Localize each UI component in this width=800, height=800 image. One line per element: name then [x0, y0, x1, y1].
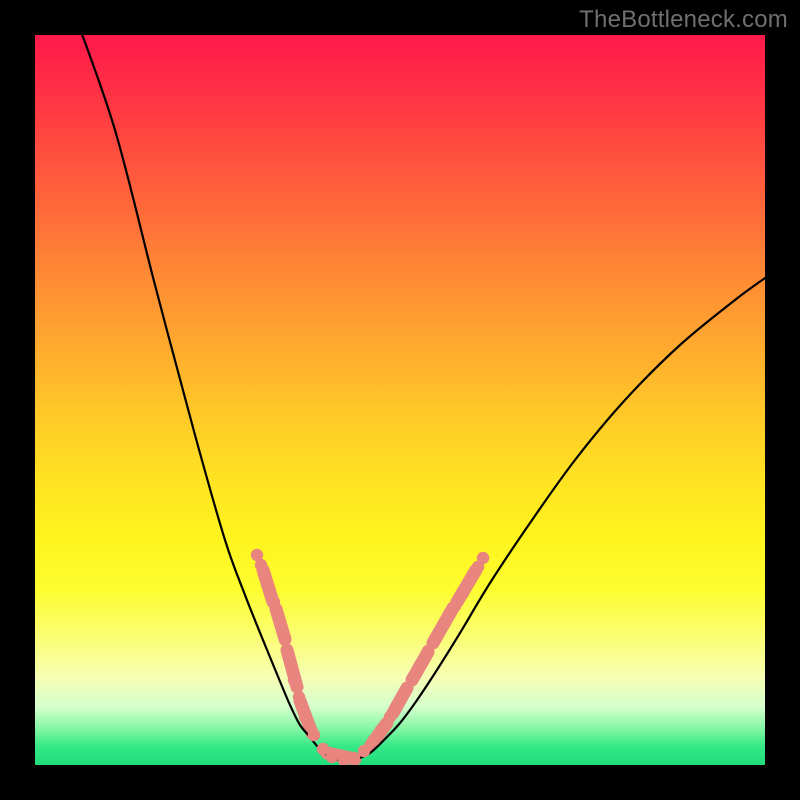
- highlight-dot: [268, 596, 280, 608]
- highlight-dot: [429, 633, 441, 645]
- highlight-pills-group: [263, 570, 476, 759]
- highlight-dot: [422, 645, 434, 657]
- highlight-dot: [293, 691, 305, 703]
- highlight-dot: [308, 729, 320, 741]
- highlight-dot: [406, 673, 418, 685]
- highlight-dot: [348, 752, 360, 764]
- highlight-dot: [279, 634, 291, 646]
- highlight-dot: [457, 587, 469, 599]
- highlight-dot: [368, 734, 380, 746]
- highlight-dot: [263, 582, 275, 594]
- highlight-dot: [439, 617, 451, 629]
- highlight-dot: [384, 711, 396, 723]
- highlight-dot: [284, 654, 296, 666]
- highlight-dot: [299, 711, 311, 723]
- highlight-dot: [358, 745, 370, 757]
- highlight-dot: [449, 600, 461, 612]
- outer-frame: TheBottleneck.com: [0, 0, 800, 800]
- highlight-dot: [288, 674, 300, 686]
- highlight-dot: [391, 699, 403, 711]
- highlight-dot: [413, 661, 425, 673]
- bottleneck-curve: [75, 35, 765, 761]
- highlight-dots-group: [251, 549, 489, 765]
- highlight-dot: [375, 724, 387, 736]
- highlight-dot: [274, 616, 286, 628]
- highlight-dot: [326, 751, 338, 763]
- highlight-dot: [259, 569, 271, 581]
- highlight-dot: [465, 573, 477, 585]
- chart-svg: [35, 35, 765, 765]
- highlight-dot: [477, 552, 489, 564]
- highlight-dot: [399, 686, 411, 698]
- plot-area: [35, 35, 765, 765]
- watermark-text: TheBottleneck.com: [579, 6, 788, 34]
